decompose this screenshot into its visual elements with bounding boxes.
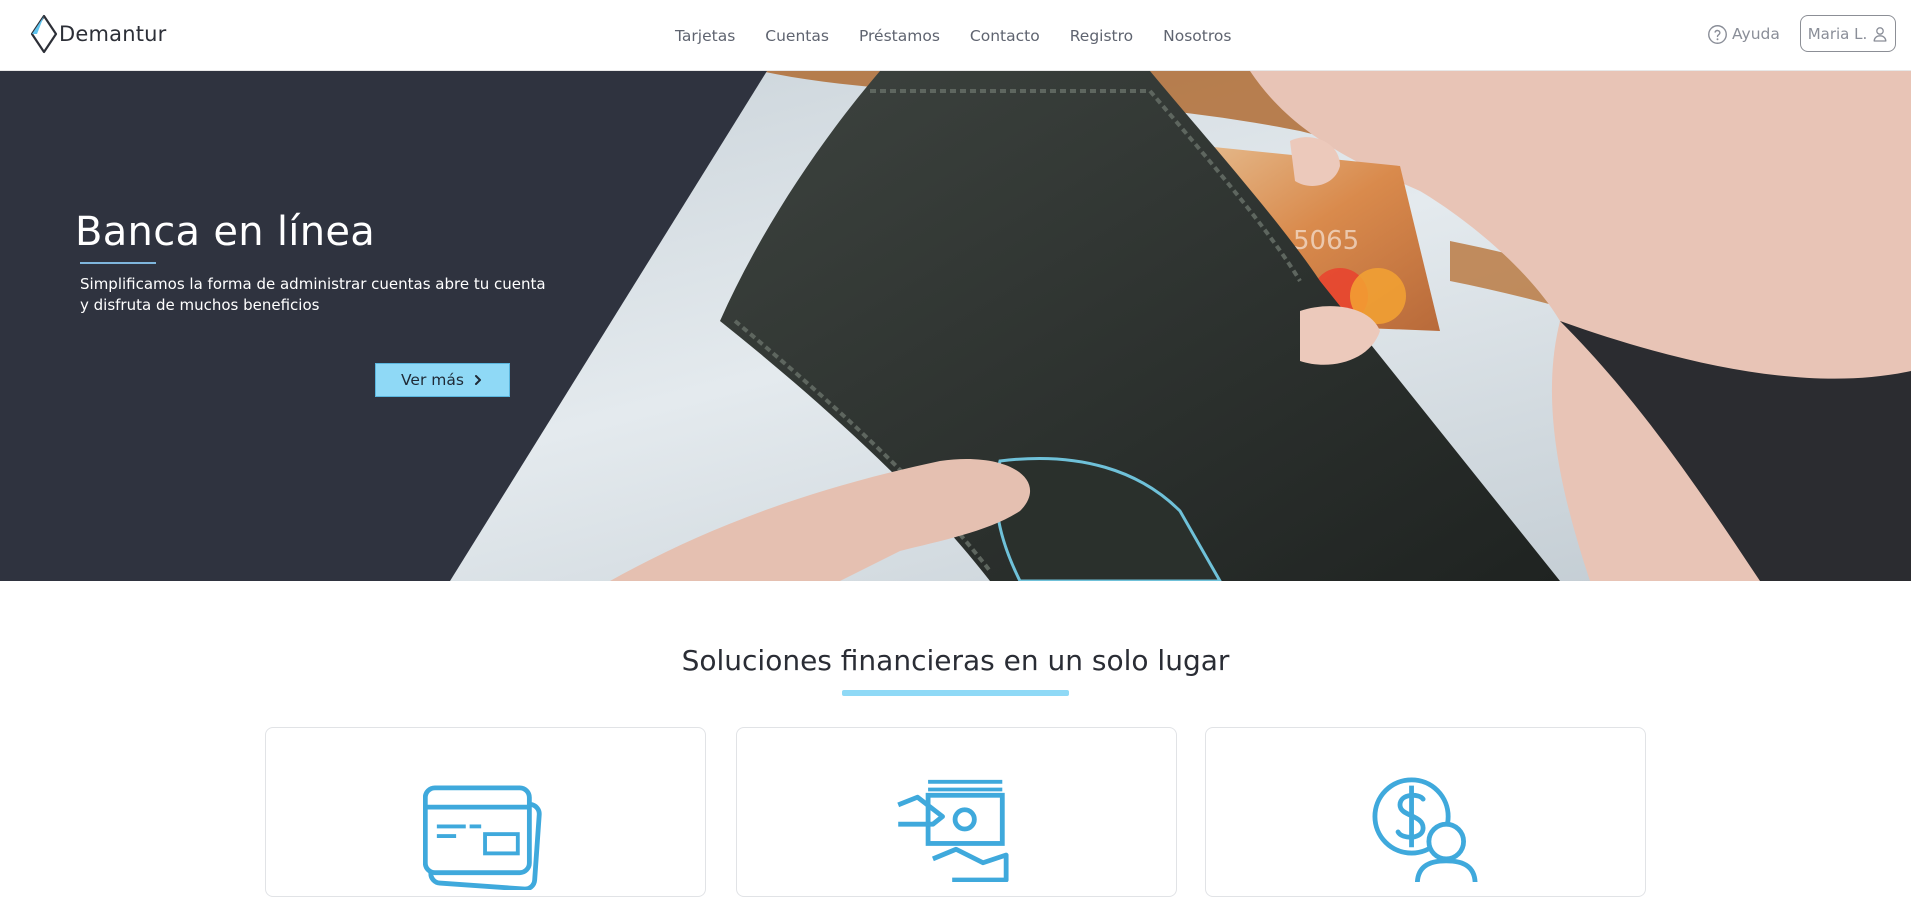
nav-item-tarjetas[interactable]: Tarjetas	[675, 27, 735, 45]
chevron-right-icon	[474, 375, 481, 385]
ver-mas-button[interactable]: Ver más	[375, 363, 510, 397]
hero-banner: 5065 Banca en línea Simplificamos la for…	[0, 71, 1911, 581]
question-circle-icon	[1708, 24, 1727, 44]
diamond-logo-icon	[30, 14, 58, 54]
main-nav: Tarjetas Cuentas Préstamos Contacto Regi…	[675, 0, 1231, 71]
credit-cards-icon	[422, 785, 542, 890]
solution-card-prestamos[interactable]	[1205, 727, 1646, 897]
solution-card-tarjetas[interactable]	[265, 727, 706, 897]
section-title: Soluciones financieras en un solo lugar	[681, 644, 1230, 677]
solution-card-cuentas[interactable]	[736, 727, 1177, 897]
user-account-button[interactable]: Maria L.	[1800, 15, 1896, 52]
brand-logo[interactable]: Demantur	[30, 14, 167, 54]
section-title-underline	[842, 690, 1069, 696]
nav-item-nosotros[interactable]: Nosotros	[1163, 27, 1231, 45]
cash-hand-icon	[896, 779, 1009, 882]
help-link[interactable]: Ayuda	[1707, 22, 1780, 46]
hero-title-underline	[80, 262, 156, 264]
nav-item-registro[interactable]: Registro	[1070, 27, 1133, 45]
navbar: Demantur Tarjetas Cuentas Préstamos Cont…	[0, 0, 1911, 71]
user-name: Maria L.	[1807, 24, 1868, 43]
nav-item-cuentas[interactable]: Cuentas	[765, 27, 829, 45]
brand-name: Demantur	[59, 22, 167, 46]
help-label: Ayuda	[1732, 25, 1780, 43]
hero-description: Simplificamos la forma de administrar cu…	[80, 275, 546, 314]
hero-title: Banca en línea	[75, 209, 376, 255]
ver-mas-label: Ver más	[401, 371, 464, 389]
nav-item-prestamos[interactable]: Préstamos	[859, 27, 940, 45]
nav-item-contacto[interactable]: Contacto	[970, 27, 1040, 45]
svg-text:5065: 5065	[1293, 226, 1359, 256]
user-icon	[1873, 26, 1887, 42]
dollar-user-icon	[1372, 777, 1477, 882]
